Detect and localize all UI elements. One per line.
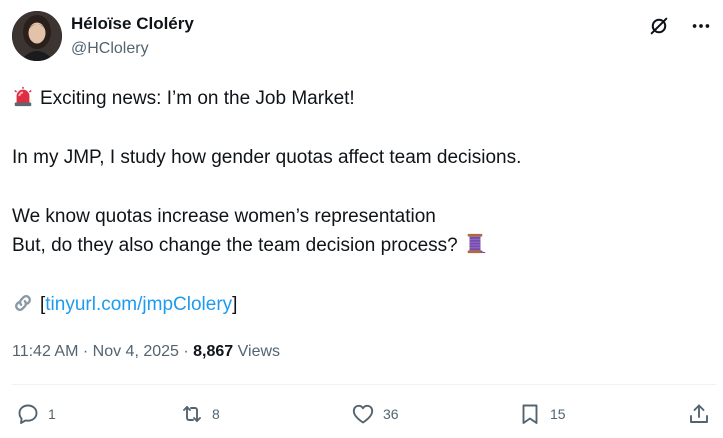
user-handle[interactable]: @HClolery (71, 38, 194, 60)
share-button[interactable] (687, 398, 711, 430)
tweet-time[interactable]: 11:42 AM (12, 343, 78, 360)
tweet-headline: Exciting news: I’m on the Job Market! (40, 88, 355, 109)
tweet-date[interactable]: Nov 4, 2025 (93, 343, 179, 360)
tweet-text: Exciting news: I’m on the Job Market! In… (12, 84, 712, 319)
tweet-line-4: But, do they also change the team decisi… (12, 231, 712, 260)
avatar[interactable] (12, 11, 62, 61)
like-icon (351, 402, 375, 426)
meta-separator: · (78, 343, 93, 360)
views-label: Views (233, 343, 281, 360)
views-count[interactable]: 8,867 (193, 343, 233, 360)
bookmark-button[interactable]: 15 (518, 398, 566, 430)
share-icon (687, 402, 711, 426)
author-names: Héloïse Cloléry @HClolery (71, 13, 194, 60)
bookmark-count: 15 (550, 406, 566, 422)
tweet-line-1: Exciting news: I’m on the Job Market! (12, 84, 712, 113)
rotating-light-emoji (12, 86, 34, 108)
display-name[interactable]: Héloïse Cloléry (71, 13, 194, 35)
link-bracket-close: ] (232, 294, 238, 315)
like-button[interactable]: 36 (351, 398, 399, 430)
link-emoji (12, 292, 34, 314)
tweet-link[interactable]: tinyurl.com/jmpClolery (45, 294, 232, 315)
tweet-meta: 11:42 AM · Nov 4, 2025 · 8,867 Views (12, 341, 280, 363)
avatar-image (12, 11, 62, 61)
divider (12, 384, 716, 385)
action-bar: 1 8 36 15 (12, 398, 716, 430)
tweet-line-3: We know quotas increase women’s represen… (12, 206, 436, 227)
tweet-header: Héloïse Cloléry @HClolery (12, 11, 712, 63)
reply-count: 1 (48, 406, 56, 422)
grok-icon[interactable] (648, 15, 670, 37)
like-count: 36 (383, 406, 399, 422)
more-icon[interactable] (690, 15, 712, 37)
tweet-line-2: In my JMP, I study how gender quotas aff… (12, 147, 522, 168)
meta-separator: · (178, 343, 194, 360)
tweet-line-5: [tinyurl.com/jmpClolery] (12, 290, 712, 319)
reply-button[interactable]: 1 (16, 398, 56, 430)
repost-count: 8 (212, 406, 220, 422)
repost-button[interactable]: 8 (180, 398, 220, 430)
thread-spool-emoji (464, 233, 486, 255)
reply-icon (16, 402, 40, 426)
bookmark-icon (518, 402, 542, 426)
repost-icon (180, 402, 204, 426)
tweet-question: But, do they also change the team decisi… (12, 235, 458, 256)
